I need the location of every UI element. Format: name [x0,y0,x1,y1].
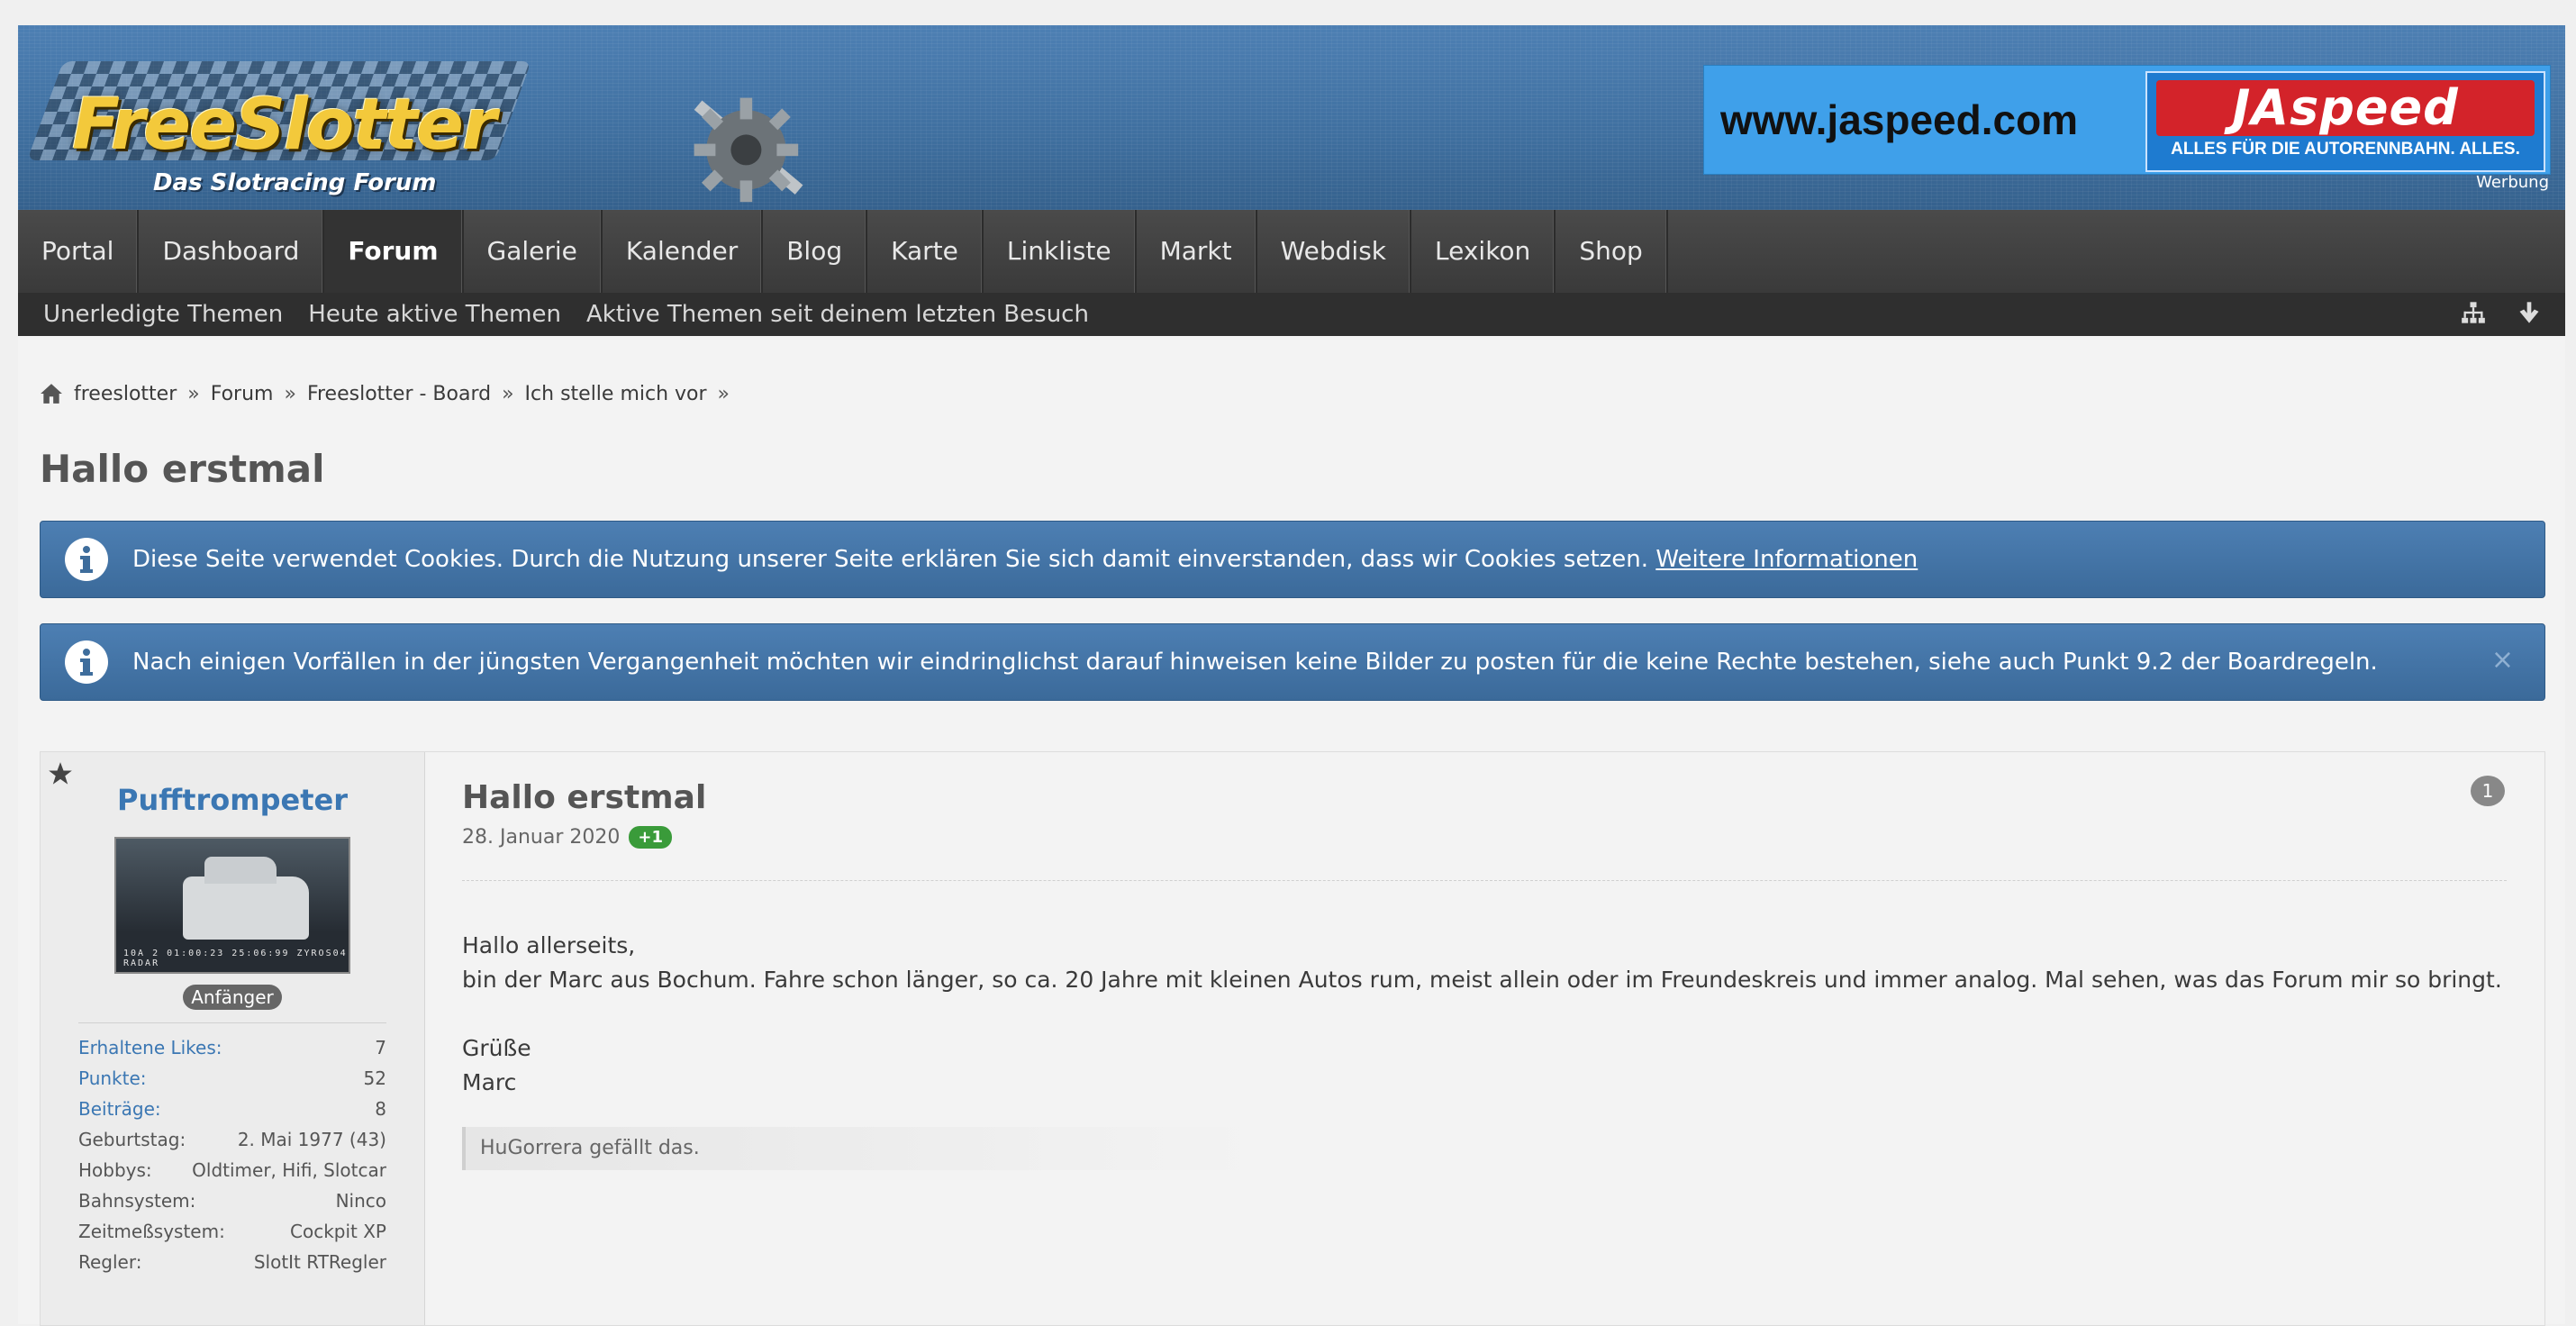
ad-label: Werbung [2476,173,2549,192]
like-count-badge[interactable]: +1 [629,826,672,849]
cookie-more-info-link[interactable]: Weitere Informationen [1655,546,1918,573]
info-icon [65,538,108,581]
post-author-sidebar: Pufftrompeter 10A 2 01:00:23 25:06:99 ZY… [41,752,425,1325]
post-date[interactable]: 28. Januar 2020 [462,826,620,849]
stat-value-punkte: 52 [363,1067,386,1089]
post-meta: 28. Januar 2020 +1 [462,826,672,849]
stat-row: Regler: SlotIt RTRegler [78,1251,386,1282]
nav-item-kalender[interactable]: Kalender [603,210,764,293]
post-title: Hallo erstmal [462,779,707,816]
stat-value-regler: SlotIt RTRegler [253,1251,386,1273]
stat-label-geburtstag: Geburtstag: [78,1129,186,1150]
breadcrumb-separator: » [717,382,730,405]
avatar[interactable]: 10A 2 01:00:23 25:06:99 ZYROS04 RADAR [114,837,350,974]
author-username[interactable]: Pufftrompeter [41,783,424,817]
close-icon[interactable]: × [2491,644,2514,676]
ad-brand: JAspeed [2156,80,2535,136]
message-line: Hallo allerseits, [462,932,636,958]
breadcrumb-separator: » [502,382,514,405]
stat-row: Zeitmeßsystem: Cockpit XP [78,1221,386,1251]
home-icon[interactable] [40,382,63,405]
breadcrumb-freeslotter[interactable]: freeslotter [74,383,177,405]
post-divider [462,880,2507,881]
nav-item-webdisk[interactable]: Webdisk [1257,210,1412,293]
breadcrumb-separator: » [284,382,296,405]
rules-notice: Nach einigen Vorfällen in der jüngsten V… [40,623,2545,701]
nav-item-dashboard[interactable]: Dashboard [139,210,325,293]
arrow-down-icon[interactable] [2517,300,2542,325]
avatar-stamp: 10A 2 01:00:23 25:06:99 ZYROS04 RADAR [123,949,348,968]
stat-row: Punkte: 52 [78,1067,386,1098]
breadcrumb: freeslotter » Forum » Freeslotter - Boar… [40,382,740,405]
nav-item-markt[interactable]: Markt [1137,210,1257,293]
stat-value-bahnsystem: Ninco [335,1190,386,1212]
stat-row: Geburtstag: 2. Mai 1977 (43) [78,1129,386,1159]
nav-item-shop[interactable]: Shop [1556,210,1668,293]
logo-text: FreeSlotter [72,85,496,166]
info-icon [65,640,108,684]
breadcrumb-separator: » [187,382,200,405]
ad-tagline: ALLES FÜR DIE AUTORENNBAHN. ALLES. [2171,140,2520,159]
breadcrumb-freeslotter-board[interactable]: Freeslotter - Board [307,383,491,405]
breadcrumb-ich-stelle-mich-vor[interactable]: Ich stelle mich vor [525,383,707,405]
cookie-notice: Diese Seite verwendet Cookies. Durch die… [40,521,2545,598]
subnav-heute-aktive-themen[interactable]: Heute aktive Themen [308,301,561,328]
main-nav: Portal Dashboard Forum Galerie Kalender … [18,210,2565,293]
subnav-unerledigte-themen[interactable]: Unerledigte Themen [43,301,283,328]
nav-item-galerie[interactable]: Galerie [464,210,603,293]
nav-item-linkliste[interactable]: Linkliste [984,210,1137,293]
page-title: Hallo erstmal [40,447,325,491]
gear-icon [694,97,803,203]
subnav-aktive-themen-seit-besuch[interactable]: Aktive Themen seit deinem letzten Besuch [586,301,1089,328]
cookie-notice-text: Diese Seite verwendet Cookies. Durch die… [132,546,1649,573]
stat-value-likes: 7 [375,1037,386,1058]
site-logo[interactable]: FreeSlotter Das Slotracing Forum [26,52,829,203]
stat-row: Hobbys: Oldtimer, Hifi, Slotcar [78,1159,386,1190]
forum-post: Pufftrompeter 10A 2 01:00:23 25:06:99 ZY… [40,751,2545,1326]
sitemap-icon[interactable] [2461,300,2486,325]
stat-row: Bahnsystem: Ninco [78,1190,386,1221]
stat-value-geburtstag: 2. Mai 1977 (43) [237,1129,386,1150]
rank-badge: Anfänger [183,985,282,1010]
breadcrumb-forum[interactable]: Forum [211,383,274,405]
stat-row: Beiträge: 8 [78,1098,386,1129]
nav-item-portal[interactable]: Portal [18,210,140,293]
rules-notice-text: Nach einigen Vorfällen in der jüngsten V… [132,649,2378,676]
page: FreeSlotter Das Slotracing Forum www.jas… [18,25,2565,1326]
post-message: Hallo allerseits, bin der Marc aus Bochu… [462,929,2502,1100]
nav-item-blog[interactable]: Blog [763,210,868,293]
sub-nav: Unerledigte Themen Heute aktive Themen A… [18,293,2565,336]
sidebar-divider [78,1022,386,1023]
author-stats: Erhaltene Likes: 7 Punkte: 52 Beiträge: … [78,1037,386,1282]
stat-value-beitraege: 8 [375,1098,386,1120]
message-line: bin der Marc aus Bochum. Fahre schon län… [462,967,2502,993]
subnav-icons [2461,300,2542,325]
message-line: Marc [462,1069,517,1095]
stat-value-hobbys: Oldtimer, Hifi, Slotcar [192,1159,386,1181]
stat-label-beitraege[interactable]: Beiträge: [78,1098,161,1129]
ad-url: www.jaspeed.com [1720,96,2079,143]
avatar-car-graphic [183,857,309,940]
post-number-badge[interactable]: 1 [2471,776,2505,806]
stat-value-zeitmesssystem: Cockpit XP [290,1221,386,1242]
stat-label-zeitmesssystem: Zeitmeßsystem: [78,1221,225,1242]
stat-label-regler: Regler: [78,1251,142,1273]
likes-summary[interactable]: HuGorrera gefällt das. [462,1127,1255,1170]
post-content: Hallo erstmal 28. Januar 2020 +1 1 Hallo… [462,752,2525,1325]
stat-label-bahnsystem: Bahnsystem: [78,1190,196,1212]
site-header: FreeSlotter Das Slotracing Forum www.jas… [18,25,2565,210]
stat-row: Erhaltene Likes: 7 [78,1037,386,1067]
nav-item-karte[interactable]: Karte [867,210,984,293]
nav-item-lexikon[interactable]: Lexikon [1411,210,1556,293]
stat-label-likes[interactable]: Erhaltene Likes: [78,1037,222,1067]
nav-item-forum[interactable]: Forum [324,210,464,293]
stat-label-punkte[interactable]: Punkte: [78,1067,147,1098]
ad-logo: JAspeed ALLES FÜR DIE AUTORENNBAHN. ALLE… [2145,71,2545,172]
ad-banner[interactable]: www.jaspeed.com JAspeed ALLES FÜR DIE AU… [1703,65,2551,175]
message-line: Grüße [462,1035,531,1061]
stat-label-hobbys: Hobbys: [78,1159,152,1181]
logo-subtitle: Das Slotracing Forum [153,169,437,196]
